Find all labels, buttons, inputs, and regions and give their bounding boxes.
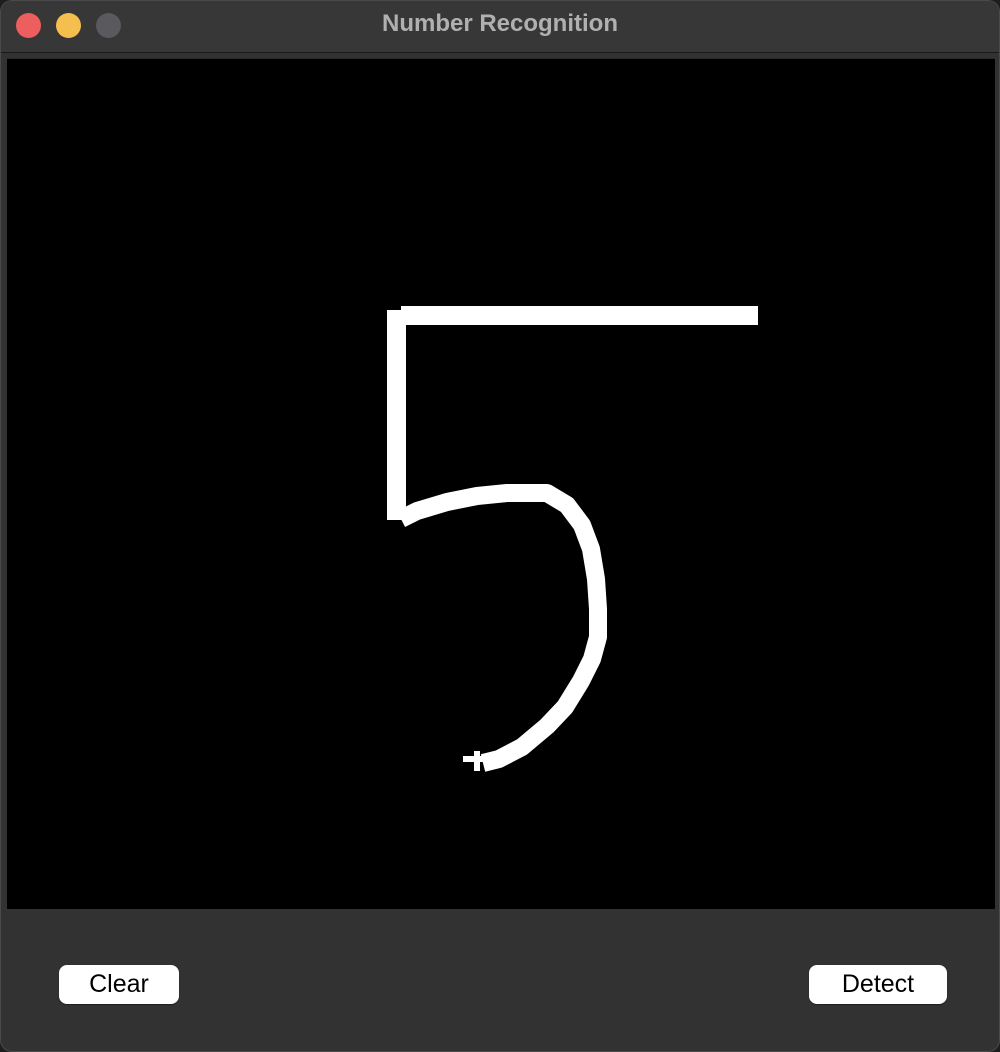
stroke-top-bar xyxy=(401,306,758,325)
title-bar[interactable]: Number Recognition xyxy=(1,1,999,53)
clear-button[interactable]: Clear xyxy=(59,965,179,1004)
stroke-vertical-bar xyxy=(387,310,406,520)
detect-button[interactable]: Detect xyxy=(809,965,947,1004)
stroke-tail xyxy=(463,751,485,771)
app-window: Number Recognition Clear Detect xyxy=(0,0,1000,1052)
stroke-curve xyxy=(396,484,607,772)
window-title: Number Recognition xyxy=(381,10,618,37)
handwritten-digit-strokes xyxy=(387,306,758,772)
drawing-canvas[interactable] xyxy=(7,58,995,909)
drawing-surface[interactable] xyxy=(7,59,995,910)
